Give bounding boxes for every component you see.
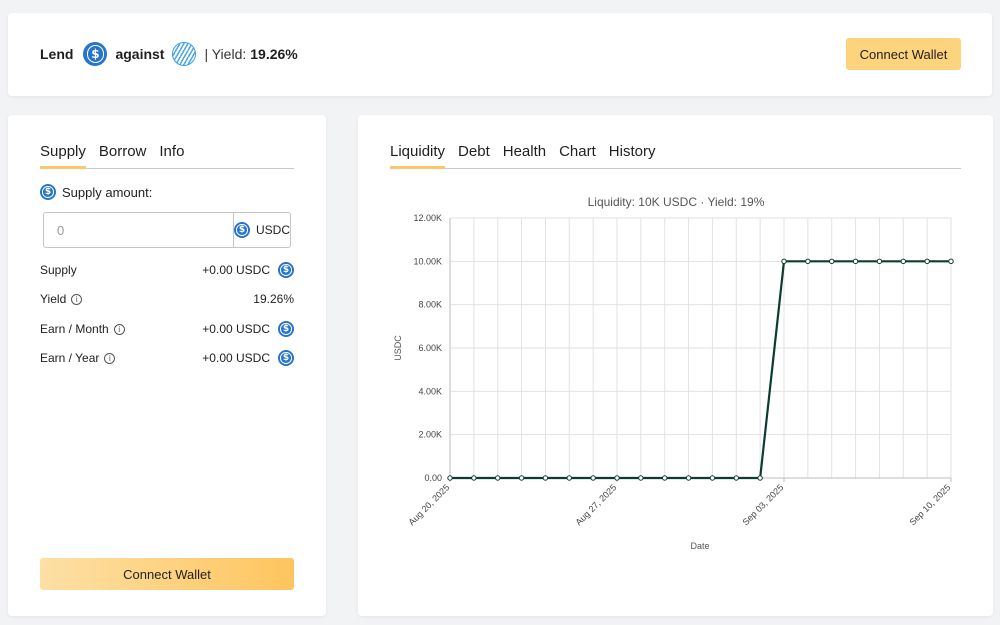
- data-point: [757, 475, 763, 481]
- usdc-coin-icon: $: [278, 350, 294, 366]
- header-card: Lend $ against | Yield: 19.26% Connect W…: [8, 13, 992, 96]
- y-tick-label: 12.00K: [413, 213, 442, 223]
- data-point: [614, 475, 620, 481]
- data-point: [542, 475, 549, 481]
- data-point: [852, 258, 859, 265]
- amount-unit: $ USDC: [233, 213, 290, 247]
- data-point: [900, 258, 906, 265]
- y-tick-label: 8.00K: [418, 300, 442, 310]
- earn-month-row: Earn / Month i +0.00 USDC $: [40, 319, 294, 339]
- x-tick-label: Sep 03, 2025: [740, 482, 785, 527]
- usdc-coin-icon: $: [234, 222, 250, 238]
- supply-panel: Supply Borrow Info $ Supply amount: $ US…: [8, 115, 326, 616]
- x-tick-label: Aug 20, 2025: [406, 482, 451, 527]
- data-point: [829, 258, 835, 265]
- x-tick-label: Aug 27, 2025: [573, 482, 618, 527]
- earn-year-row: Earn / Year i +0.00 USDC $: [40, 348, 294, 368]
- series-line: [450, 260, 951, 480]
- chart-series: [447, 258, 954, 481]
- supply-row-label: Supply: [40, 263, 77, 277]
- earn-year-label: Earn / Year: [40, 351, 100, 365]
- connect-wallet-button-panel[interactable]: Connect Wallet: [40, 558, 294, 590]
- chart-title: Liquidity: 10K USDC · Yield: 19%: [588, 195, 765, 209]
- tab-supply[interactable]: Supply: [40, 143, 86, 169]
- data-point: [876, 258, 883, 265]
- y-tick-label: 4.00K: [418, 386, 442, 396]
- data-point: [805, 258, 811, 265]
- y-tick-label: 6.00K: [418, 343, 442, 353]
- data-point: [447, 475, 453, 481]
- earn-month-value: +0.00 USDC: [202, 322, 270, 336]
- data-point: [566, 475, 572, 481]
- x-axis-label: Date: [690, 541, 709, 551]
- y-tick-label: 10.00K: [413, 256, 442, 266]
- earn-year-value: +0.00 USDC: [202, 351, 270, 365]
- data-point: [709, 475, 716, 481]
- chart-axes: 0.00 2.00K 4.00K 6.00K 8.00K 10.00K 12.00K Aug …: [406, 213, 952, 527]
- y-axis-label: USDC: [393, 335, 403, 361]
- market-title: Lend $ against | Yield: 19.26%: [40, 41, 298, 67]
- earn-month-label: Earn / Month: [40, 322, 109, 336]
- usdc-coin-icon: $: [40, 184, 56, 200]
- data-point: [590, 475, 596, 481]
- yield-prefix: | Yield:: [204, 46, 247, 62]
- data-point: [518, 475, 525, 481]
- usdc-coin-icon: $: [278, 321, 294, 337]
- yield-row-value: 19.26%: [253, 292, 294, 306]
- against-label: against: [115, 46, 165, 62]
- info-icon[interactable]: i: [104, 352, 116, 364]
- supply-row: Supply +0.00 USDC $: [40, 260, 294, 280]
- yield-row-label: Yield: [40, 292, 67, 306]
- data-point: [638, 475, 644, 481]
- data-point: [471, 475, 477, 481]
- liquidity-chart: Liquidity: 10K USDC · Yield: 19% 0.00 2.0…: [393, 195, 954, 551]
- supply-amount-label: $ Supply amount:: [40, 184, 152, 200]
- data-point: [924, 258, 930, 265]
- supply-amount-input[interactable]: [44, 213, 233, 247]
- data-point: [948, 258, 954, 265]
- usdc-coin-icon: $: [278, 262, 294, 278]
- data-point: [685, 475, 692, 481]
- amount-unit-label: USDC: [256, 223, 291, 237]
- data-point: [781, 258, 787, 265]
- usdc-coin-icon: $: [83, 42, 108, 66]
- supply-amount-text: Supply amount:: [62, 184, 153, 200]
- stats-panel: Liquidity Debt Health Chart History Liqu…: [358, 115, 993, 616]
- connect-wallet-button[interactable]: Connect Wallet: [846, 38, 961, 70]
- tab-borrow[interactable]: Borrow: [99, 143, 147, 168]
- lend-label: Lend: [40, 46, 74, 62]
- y-tick-label: 0.00: [424, 473, 442, 483]
- yield-row: Yield i 19.26%: [40, 289, 294, 309]
- yield-value: 19.26%: [250, 46, 298, 62]
- data-point: [495, 475, 501, 481]
- supply-row-value: +0.00 USDC: [202, 263, 270, 277]
- tab-info[interactable]: Info: [159, 143, 184, 168]
- chart-grid: [449, 217, 952, 479]
- data-point: [733, 475, 739, 481]
- supply-tabs: Supply Borrow Info: [40, 143, 294, 169]
- info-icon[interactable]: i: [71, 293, 83, 305]
- amount-field: $ USDC: [43, 212, 291, 248]
- collateral-token-icon: [172, 42, 197, 66]
- x-tick-label: Sep 10, 2025: [907, 482, 952, 527]
- y-tick-label: 2.00K: [418, 430, 442, 440]
- data-point: [662, 475, 668, 481]
- info-icon[interactable]: i: [113, 323, 125, 335]
